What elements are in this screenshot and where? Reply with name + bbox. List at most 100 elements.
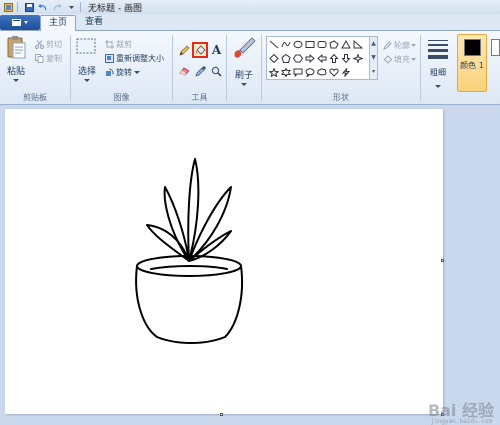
five-point-star-shape-icon[interactable]	[268, 67, 280, 78]
rotate-dropdown-icon[interactable]	[134, 68, 140, 77]
canvas-bottom-resize-handle[interactable]	[220, 413, 223, 416]
color-2-button[interactable]	[490, 34, 500, 92]
copy-label: 复制	[46, 53, 62, 63]
pencil-icon	[179, 45, 190, 56]
app-icon	[2, 1, 14, 13]
image-group: 选择 裁剪 重新调整大小 旋转 图像	[71, 31, 172, 105]
six-point-star-shape-icon[interactable]	[280, 67, 292, 78]
line-shape-icon[interactable]	[268, 39, 280, 50]
text-tool-button[interactable]: A	[210, 43, 223, 57]
resize-icon	[104, 53, 114, 63]
diamond-shape-icon[interactable]	[268, 53, 280, 64]
resize-label: 重新调整大小	[116, 53, 164, 63]
title-separator	[80, 2, 81, 12]
rectangle-shape-icon[interactable]	[304, 39, 316, 50]
select-icon	[76, 38, 96, 54]
watermark-url: jingyan.baidu.com	[430, 418, 492, 425]
outline-pen-icon	[382, 40, 392, 50]
shape-fill-label: 填充	[394, 54, 410, 64]
brushes-dropdown-icon[interactable]	[241, 80, 247, 90]
crop-button[interactable]: 裁剪	[104, 38, 132, 50]
customize-quick-access-icon[interactable]	[65, 1, 77, 13]
rotate-label: 旋转	[116, 67, 132, 77]
rounded-rectangle-shape-icon[interactable]	[316, 39, 328, 50]
down-arrow-shape-icon[interactable]	[340, 53, 352, 64]
rotate-button[interactable]: 旋转	[104, 66, 140, 78]
drawing-canvas[interactable]	[5, 109, 443, 414]
shape-outline-button[interactable]: 轮廓	[382, 39, 416, 51]
fill-bucket-icon	[382, 54, 392, 64]
select-dropdown-icon[interactable]	[84, 76, 90, 86]
crop-label: 裁剪	[116, 39, 132, 49]
paint-bucket-icon	[195, 44, 206, 55]
tab-view[interactable]: 查看	[80, 15, 108, 31]
crop-icon	[104, 39, 114, 49]
curve-shape-icon[interactable]	[280, 39, 292, 50]
shapes-gallery-scroll[interactable]: ▲ ▼ ▾	[370, 36, 378, 80]
shape-fill-button[interactable]: 填充	[382, 53, 416, 65]
color-picker-tool-button[interactable]	[194, 65, 207, 78]
menu-icon	[12, 19, 28, 26]
color-1-swatch	[464, 39, 481, 56]
eraser-tool-button[interactable]	[178, 65, 191, 78]
shapes-group: ▲ ▼ ▾ 轮廓 填充 形状	[262, 31, 420, 105]
canvas-workspace: Bai 经验 jingyan.baidu.com	[0, 106, 500, 425]
pencil-tool-button[interactable]	[178, 44, 191, 57]
right-triangle-shape-icon[interactable]	[352, 39, 364, 50]
triangle-shape-icon[interactable]	[340, 39, 352, 50]
lightning-shape-icon[interactable]	[340, 67, 352, 78]
title-bar: 无标题 - 画图	[0, 0, 500, 14]
redo-icon[interactable]	[51, 1, 63, 13]
eraser-icon	[179, 67, 190, 76]
resize-button[interactable]: 重新调整大小	[104, 52, 164, 64]
heart-shape-icon[interactable]	[328, 67, 340, 78]
oval-callout-shape-icon[interactable]	[304, 67, 316, 78]
tools-group: A 工具	[173, 31, 226, 105]
cut-button[interactable]: 剪切	[34, 38, 62, 50]
color-2-swatch	[491, 39, 500, 56]
undo-icon[interactable]	[37, 1, 49, 13]
select-button[interactable]: 选择	[73, 35, 101, 83]
scissors-icon	[34, 39, 44, 49]
right-arrow-shape-icon[interactable]	[304, 53, 316, 64]
oval-shape-icon[interactable]	[292, 39, 304, 50]
polygon-shape-icon[interactable]	[328, 39, 340, 50]
paste-dropdown-icon[interactable]	[13, 76, 19, 86]
shape-outline-label: 轮廓	[394, 40, 410, 50]
pentagon-shape-icon[interactable]	[280, 53, 292, 64]
color-1-button[interactable]: 颜色 1	[457, 34, 487, 92]
brush-icon	[234, 37, 256, 58]
paint-menu-button[interactable]	[0, 15, 40, 30]
shapes-group-label: 形状	[333, 93, 349, 102]
brushes-group: 刷子	[227, 31, 261, 105]
fill-dropdown-icon	[411, 55, 416, 64]
rotate-icon	[104, 67, 114, 77]
image-group-label: 图像	[113, 93, 130, 102]
size-dropdown-icon[interactable]	[435, 82, 441, 92]
copy-button[interactable]: 复制	[34, 52, 62, 64]
cut-label: 剪切	[46, 39, 62, 49]
four-point-star-shape-icon[interactable]	[352, 53, 364, 64]
tab-home[interactable]: 主页	[40, 15, 76, 32]
outline-dropdown-icon	[411, 41, 416, 50]
rounded-callout-shape-icon[interactable]	[292, 67, 304, 78]
paste-button[interactable]: 粘贴	[4, 35, 28, 83]
potted-plant-drawing	[135, 158, 243, 344]
size-group: 粗细	[421, 31, 455, 105]
window-title: 无标题 - 画图	[88, 3, 142, 14]
magnifier-tool-button[interactable]	[210, 65, 223, 78]
brushes-button[interactable]: 刷子	[230, 35, 258, 86]
ribbon-tab-row: 主页 查看	[0, 14, 500, 32]
save-icon[interactable]	[23, 1, 35, 13]
left-arrow-shape-icon[interactable]	[316, 53, 328, 64]
size-button[interactable]: 粗细	[425, 37, 451, 88]
cloud-callout-shape-icon[interactable]	[316, 67, 328, 78]
up-arrow-shape-icon[interactable]	[328, 53, 340, 64]
size-label: 粗细	[430, 68, 446, 77]
title-separator	[17, 2, 18, 12]
canvas-right-resize-handle[interactable]	[441, 259, 444, 262]
fill-with-color-tool-button[interactable]	[192, 42, 208, 58]
hexagon-shape-icon[interactable]	[292, 53, 304, 64]
line-size-icon	[428, 40, 448, 59]
tools-group-label: 工具	[191, 93, 208, 102]
